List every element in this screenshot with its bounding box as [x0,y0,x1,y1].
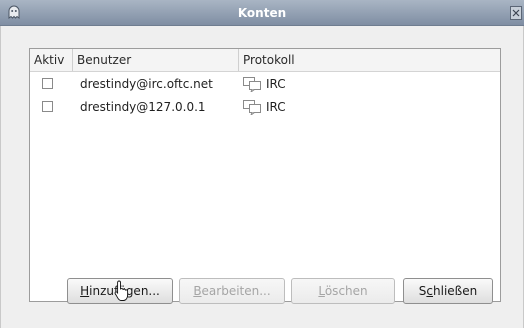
column-header-user[interactable]: Benutzer [72,49,238,71]
button-mnemonic: B [193,284,202,298]
window-title: Konten [237,6,287,20]
account-protocol: IRC [266,100,286,114]
button-mnemonic: H [80,284,90,298]
accounts-table: Aktiv Benutzer Protokoll drestindy@irc.o… [29,48,501,302]
button-label-post: öschen [324,284,368,298]
active-checkbox[interactable] [42,101,53,112]
close-button[interactable]: Schließen [403,278,493,304]
table-row[interactable]: drestindy@irc.oftc.net IRC [30,73,500,95]
close-icon[interactable] [510,6,522,20]
column-header-active[interactable]: Aktiv [30,49,72,71]
button-label-post: hließen [433,284,478,298]
chat-bubbles-icon [243,100,261,115]
chat-bubbles-icon [243,77,261,92]
accounts-window: Aktiv Benutzer Protokoll drestindy@irc.o… [0,26,524,328]
edit-account-button[interactable]: Bearbeiten... [179,278,285,304]
account-user: drestindy@127.0.0.1 [80,100,206,114]
button-label-post: earbeiten... [201,284,271,298]
account-user: drestindy@irc.oftc.net [80,77,213,91]
active-checkbox[interactable] [42,78,53,89]
pointer-cursor-icon [114,280,129,301]
delete-account-button[interactable]: Löschen [291,278,395,304]
account-protocol: IRC [266,77,286,91]
table-row[interactable]: drestindy@127.0.0.1 IRC [30,96,500,118]
title-bar: Konten [0,0,524,26]
column-header-protocol[interactable]: Protokoll [238,49,500,71]
table-header: Aktiv Benutzer Protokoll [30,49,500,72]
